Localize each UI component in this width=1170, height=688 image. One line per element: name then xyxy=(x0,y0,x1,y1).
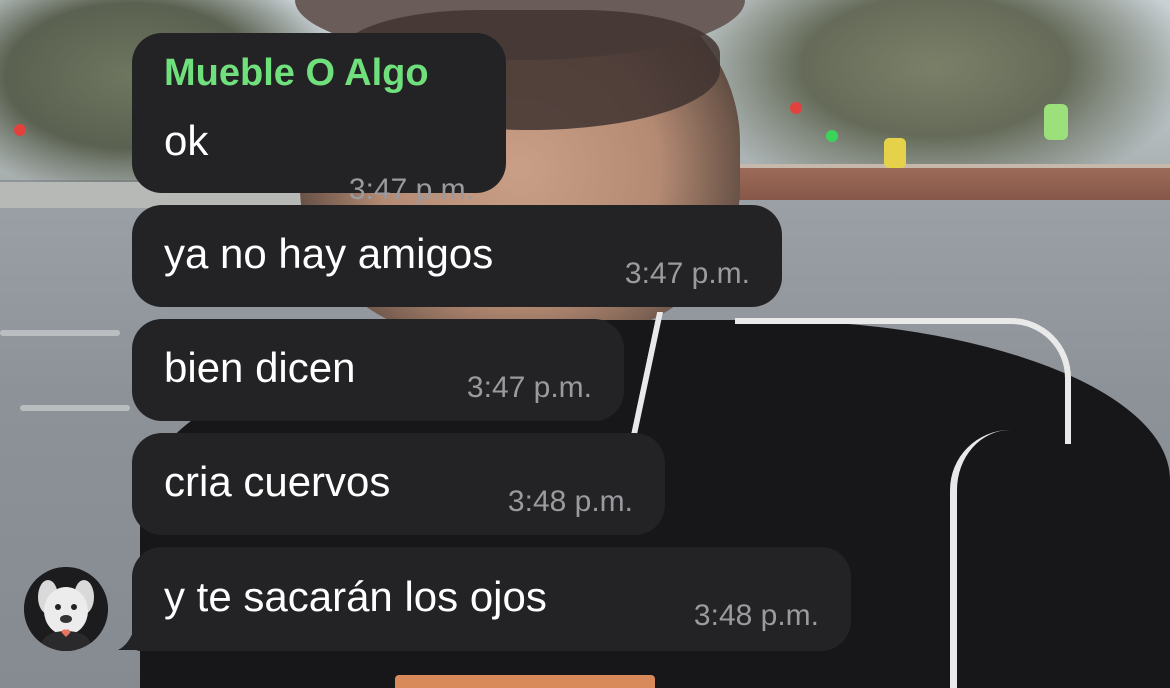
message-text: cria cuervos xyxy=(164,458,391,505)
wallpaper-trees-right xyxy=(700,0,1170,190)
traffic-light-red xyxy=(790,102,802,114)
wallpaper-shirt-trim xyxy=(735,318,1071,444)
sender-avatar[interactable] xyxy=(24,567,108,651)
message-bubble[interactable]: Mueble O Algo ok 3:47 p.m. xyxy=(132,33,506,206)
message-bubble[interactable]: bien dicen 3:47 p.m. xyxy=(132,319,624,421)
wallpaper-shirt-trim xyxy=(950,430,1057,688)
message-text: bien dicen xyxy=(164,344,356,391)
sender-name[interactable]: Mueble O Algo xyxy=(164,51,429,95)
message-time: 3:47 p.m. xyxy=(348,173,474,206)
message-time: 3:47 p.m. xyxy=(466,371,592,404)
message-time: 3:47 p.m. xyxy=(624,257,750,290)
traffic-light-green xyxy=(1044,104,1068,140)
message-text: y te sacarán los ojos xyxy=(164,573,547,620)
message-time: 3:48 p.m. xyxy=(693,599,819,632)
message-bubble[interactable]: cria cuervos 3:48 p.m. xyxy=(132,433,665,535)
traffic-light-green xyxy=(826,130,838,142)
message-time: 3:48 p.m. xyxy=(507,485,633,518)
message-bubble[interactable]: ya no hay amigos 3:47 p.m. xyxy=(132,205,782,307)
message-text: ok xyxy=(164,117,209,164)
traffic-light-red xyxy=(14,124,26,136)
wallpaper-road-stripe xyxy=(20,405,130,411)
wallpaper-shirt-graphic xyxy=(395,675,655,688)
plush-toy-avatar-icon xyxy=(24,567,108,651)
message-text: ya no hay amigos xyxy=(164,230,494,277)
message-bubble[interactable]: y te sacarán los ojos 3:48 p.m. xyxy=(132,547,851,651)
wallpaper-road-stripe xyxy=(0,330,120,336)
traffic-light-yellow xyxy=(884,138,906,168)
